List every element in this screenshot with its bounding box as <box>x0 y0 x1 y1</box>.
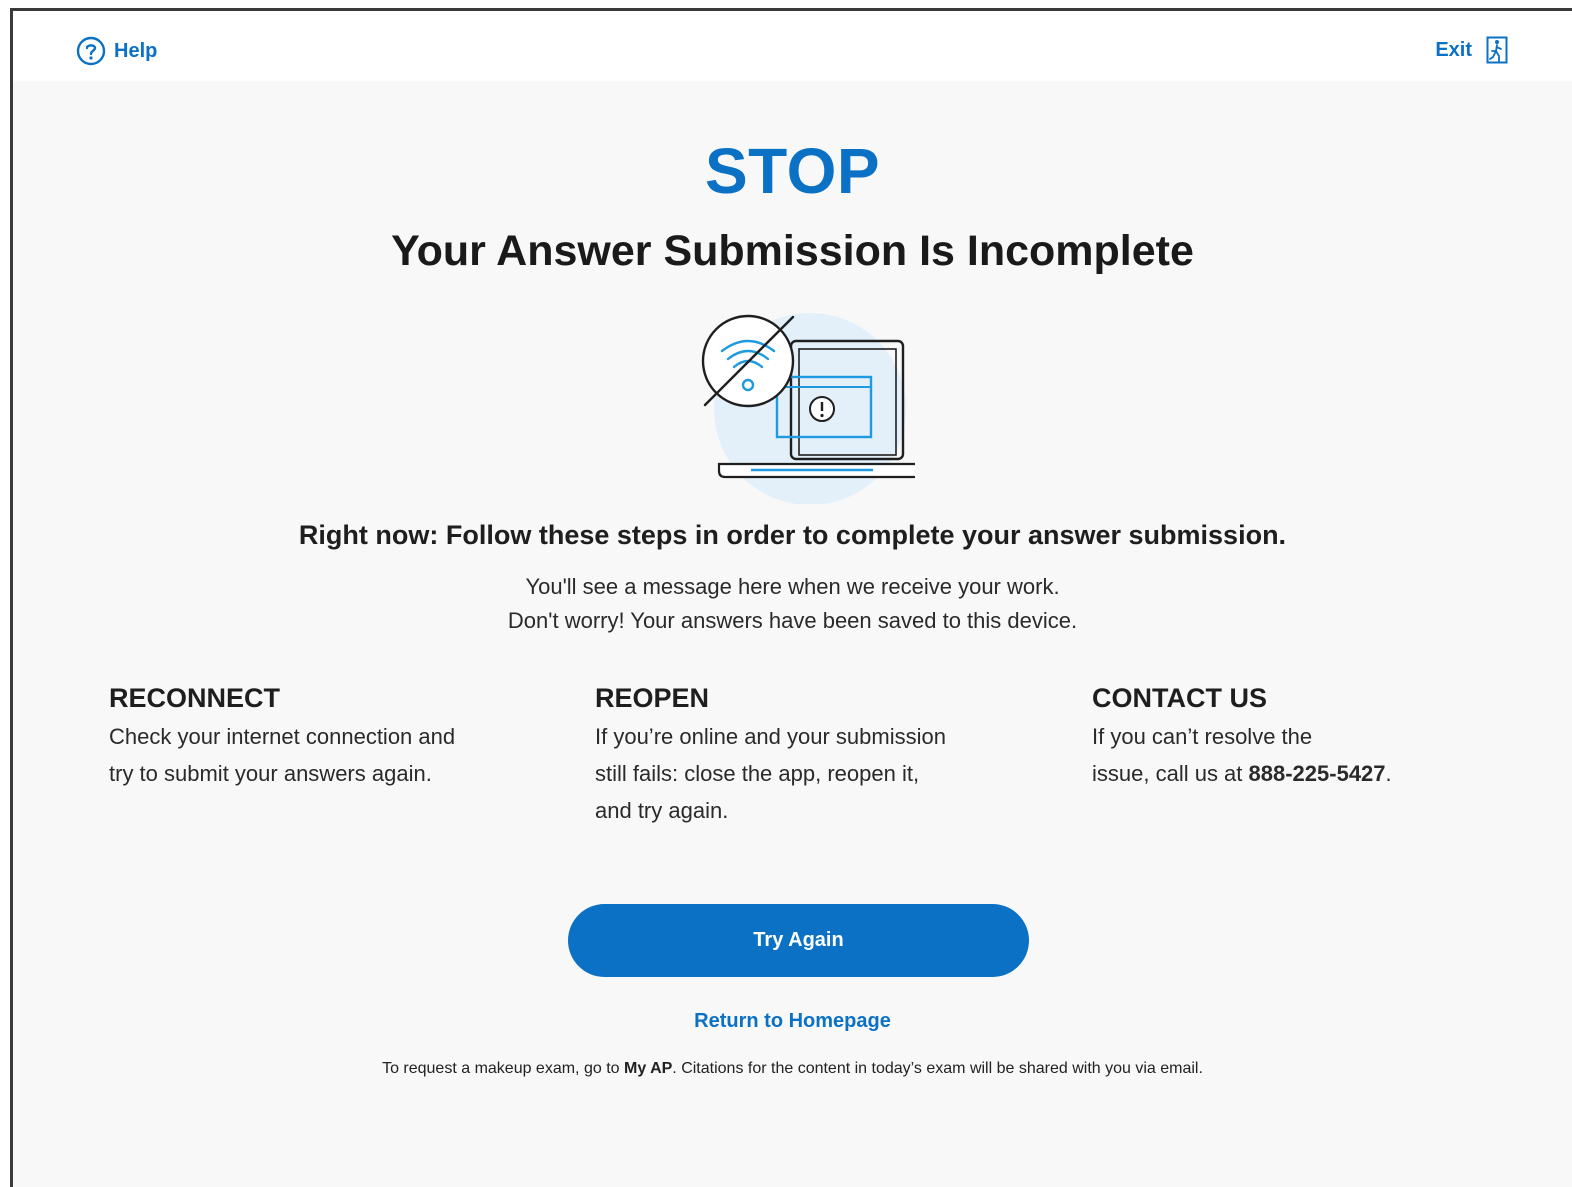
exit-button[interactable]: Exit <box>1435 36 1508 64</box>
exit-door-icon <box>1486 36 1508 64</box>
step-reconnect-line-2: try to submit your answers again. <box>109 761 432 786</box>
step-reopen-line-2: still fails: close the app, reopen it, <box>595 761 920 786</box>
step-contact-prefix: issue, call us at <box>1092 761 1249 786</box>
return-home-row: Return to Homepage <box>13 1008 1572 1034</box>
step-reconnect-heading: RECONNECT <box>109 683 281 713</box>
step-reopen-line-3: and try again. <box>595 798 729 823</box>
status-line-1: You'll see a message here when we receiv… <box>525 574 1060 599</box>
step-reconnect: RECONNECT Check your internet connection… <box>109 678 539 792</box>
help-label: Help <box>114 39 158 62</box>
step-contact-line-1: If you can’t resolve the <box>1092 724 1313 749</box>
top-bar: Help Exit <box>13 11 1572 81</box>
my-ap-text: My AP <box>623 1060 673 1077</box>
no-wifi-laptop-illustration <box>701 313 915 504</box>
step-contact-line-2: issue, call us at 888-225-5427. <box>1092 755 1512 792</box>
return-to-homepage-link[interactable]: Return to Homepage <box>694 1010 891 1032</box>
instruction-lead: Right now: Follow these steps in order t… <box>298 520 1287 550</box>
stop-heading: STOP <box>704 135 881 207</box>
footer-note: To request a makeup exam, go to My AP. C… <box>13 1059 1572 1079</box>
try-again-button[interactable]: Try Again <box>568 904 1029 977</box>
question-circle-icon <box>76 36 106 66</box>
step-reconnect-line-1: Check your internet connection and <box>109 724 456 749</box>
footer-prefix: To request a makeup exam, go to <box>382 1060 624 1077</box>
app-window: Help Exit STOP Your Answer Submission Is… <box>10 8 1572 1187</box>
step-reopen: REOPEN If you’re online and your submiss… <box>595 678 1025 829</box>
page-title: Your Answer Submission Is Incomplete <box>391 227 1194 275</box>
step-reopen-line-1: If you’re online and your submission <box>595 724 946 749</box>
status-line-2: Don't worry! Your answers have been save… <box>507 608 1078 633</box>
step-reopen-heading: REOPEN <box>595 683 710 713</box>
exit-label: Exit <box>1435 38 1472 61</box>
step-contact-suffix: . <box>1385 761 1392 786</box>
help-button[interactable]: Help <box>76 36 157 66</box>
status-message: You'll see a message here when we receiv… <box>13 570 1572 638</box>
footer-suffix: . Citations for the content in today’s e… <box>672 1060 1203 1077</box>
support-phone-number: 888-225-5427 <box>1248 761 1386 786</box>
step-contact: CONTACT US If you can’t resolve the issu… <box>1092 678 1512 792</box>
step-contact-heading: CONTACT US <box>1092 683 1267 713</box>
